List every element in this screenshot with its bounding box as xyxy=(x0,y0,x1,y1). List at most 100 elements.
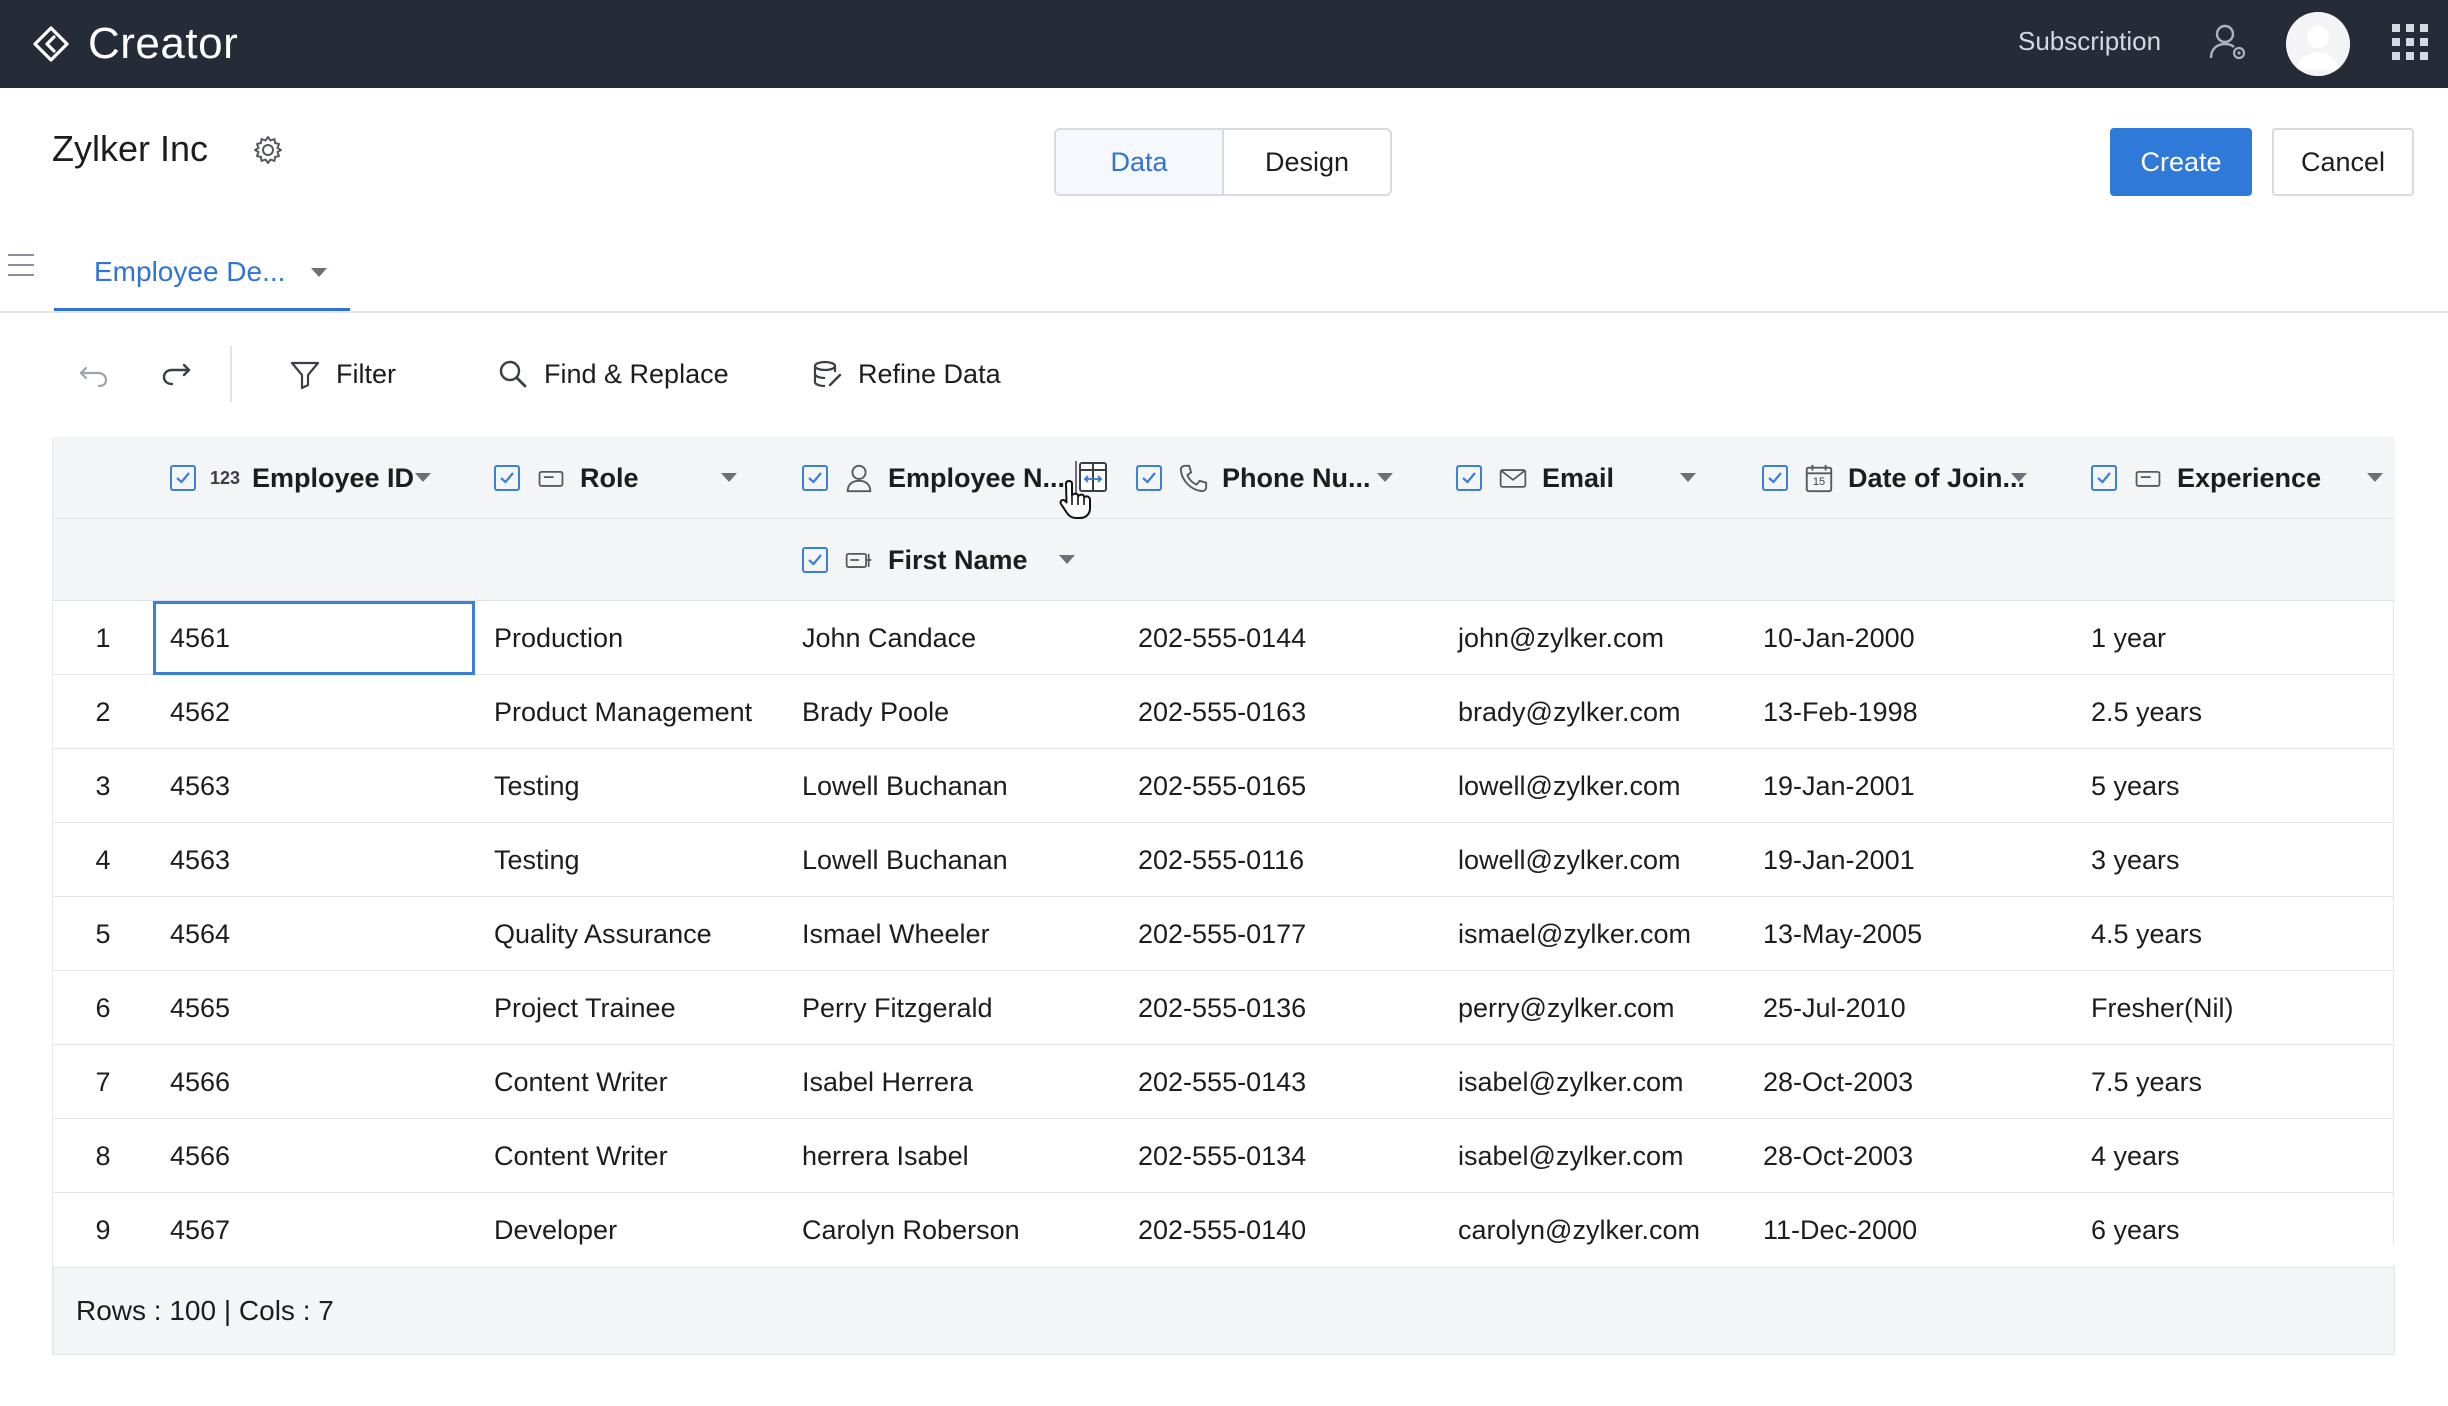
find-replace-button[interactable]: Find & Replace xyxy=(496,350,729,398)
cell-email[interactable]: brady@zylker.com xyxy=(1458,675,1680,749)
column-checkbox[interactable] xyxy=(1136,465,1162,491)
subcolumn-header-first-name[interactable]: First Name xyxy=(802,519,1028,601)
user-settings-icon[interactable] xyxy=(2206,20,2250,64)
cell-employee-id[interactable]: 4564 xyxy=(170,897,230,971)
creator-logo-icon xyxy=(33,26,69,62)
chevron-down-icon[interactable] xyxy=(311,267,328,277)
cell-employee-id[interactable]: 4565 xyxy=(170,971,230,1045)
column-checkbox[interactable] xyxy=(802,465,828,491)
cell-phone[interactable]: 202-555-0136 xyxy=(1138,971,1306,1045)
cell-role[interactable]: Quality Assurance xyxy=(494,897,712,971)
chevron-down-icon[interactable] xyxy=(1680,473,1696,482)
cancel-button[interactable]: Cancel xyxy=(2272,128,2414,196)
cell-role[interactable]: Project Trainee xyxy=(494,971,676,1045)
cell-employee-name[interactable]: John Candace xyxy=(802,601,976,675)
column-checkbox[interactable] xyxy=(802,547,828,573)
column-label: Experience xyxy=(2177,462,2322,493)
cell-date-of-joining[interactable]: 10-Jan-2000 xyxy=(1763,601,1915,675)
hand-cursor-icon xyxy=(1059,480,1091,519)
column-checkbox[interactable] xyxy=(2091,465,2117,491)
cell-role[interactable]: Testing xyxy=(494,749,580,823)
cell-experience[interactable]: Fresher(Nil) xyxy=(2091,971,2234,1045)
cell-email[interactable]: john@zylker.com xyxy=(1458,601,1664,675)
cell-date-of-joining[interactable]: 19-Jan-2001 xyxy=(1763,749,1915,823)
cell-phone[interactable]: 202-555-0134 xyxy=(1138,1119,1306,1193)
redo-icon[interactable] xyxy=(158,356,194,392)
cell-employee-name[interactable]: Lowell Buchanan xyxy=(802,749,1008,823)
avatar[interactable] xyxy=(2286,12,2350,76)
cell-role[interactable]: Testing xyxy=(494,823,580,897)
cell-email[interactable]: isabel@zylker.com xyxy=(1458,1045,1683,1119)
gear-icon[interactable] xyxy=(252,134,284,166)
calendar-icon: 15 xyxy=(1802,461,1836,495)
cell-employee-id[interactable]: 4566 xyxy=(170,1119,230,1193)
cell-date-of-joining[interactable]: 13-May-2005 xyxy=(1763,897,1922,971)
column-header-date-of-joining[interactable]: 15 Date of Join... xyxy=(1762,437,2025,519)
chevron-down-icon[interactable] xyxy=(1377,473,1393,482)
cell-employee-name[interactable]: Brady Poole xyxy=(802,675,949,749)
cell-role[interactable]: Content Writer xyxy=(494,1045,668,1119)
cell-date-of-joining[interactable]: 19-Jan-2001 xyxy=(1763,823,1915,897)
cell-phone[interactable]: 202-555-0163 xyxy=(1138,675,1306,749)
column-header-role[interactable]: Role xyxy=(494,437,639,519)
filter-button[interactable]: Filter xyxy=(288,350,396,398)
subscription-link[interactable]: Subscription xyxy=(2018,26,2161,57)
column-header-employee-name[interactable]: Employee N... xyxy=(802,437,1065,519)
cell-employee-name[interactable]: Ismael Wheeler xyxy=(802,897,990,971)
tab-design[interactable]: Design xyxy=(1224,130,1390,194)
cell-role[interactable]: Product Management xyxy=(494,675,752,749)
cell-date-of-joining[interactable]: 28-Oct-2003 xyxy=(1763,1119,1913,1193)
cell-phone[interactable]: 202-555-0177 xyxy=(1138,897,1306,971)
apps-grid-icon[interactable] xyxy=(2392,24,2428,60)
chevron-down-icon[interactable] xyxy=(2367,473,2383,482)
cell-employee-name[interactable]: herrera Isabel xyxy=(802,1119,969,1193)
cell-employee-id[interactable]: 4566 xyxy=(170,1045,230,1119)
cell-employee-name[interactable]: Perry Fitzgerald xyxy=(802,971,993,1045)
create-button[interactable]: Create xyxy=(2110,128,2252,196)
cell-employee-id[interactable]: 4563 xyxy=(170,823,230,897)
cell-email[interactable]: lowell@zylker.com xyxy=(1458,749,1680,823)
cell-experience[interactable]: 2.5 years xyxy=(2091,675,2202,749)
cell-experience[interactable]: 4.5 years xyxy=(2091,897,2202,971)
cell-phone[interactable]: 202-555-0116 xyxy=(1138,823,1304,897)
column-checkbox[interactable] xyxy=(170,465,196,491)
menu-icon[interactable] xyxy=(8,254,34,276)
cell-experience[interactable]: 3 years xyxy=(2091,823,2180,897)
cell-email[interactable]: perry@zylker.com xyxy=(1458,971,1674,1045)
cell-experience[interactable]: 5 years xyxy=(2091,749,2180,823)
cell-employee-name[interactable]: Isabel Herrera xyxy=(802,1045,973,1119)
brand[interactable]: Creator xyxy=(32,0,238,88)
refine-data-button[interactable]: Refine Data xyxy=(810,350,1001,398)
column-header-phone[interactable]: Phone Nu... xyxy=(1136,437,1371,519)
cell-date-of-joining[interactable]: 25-Jul-2010 xyxy=(1763,971,1906,1045)
cell-role[interactable]: Production xyxy=(494,601,623,675)
cell-date-of-joining[interactable]: 28-Oct-2003 xyxy=(1763,1045,1913,1119)
cell-email[interactable]: lowell@zylker.com xyxy=(1458,823,1680,897)
cell-experience[interactable]: 7.5 years xyxy=(2091,1045,2202,1119)
cell-phone[interactable]: 202-555-0165 xyxy=(1138,749,1306,823)
cell-employee-id[interactable]: 4563 xyxy=(170,749,230,823)
cell-email[interactable]: ismael@zylker.com xyxy=(1458,897,1691,971)
column-header-email[interactable]: Email xyxy=(1456,437,1614,519)
cell-experience[interactable]: 4 years xyxy=(2091,1119,2180,1193)
cell-role[interactable]: Content Writer xyxy=(494,1119,668,1193)
column-checkbox[interactable] xyxy=(494,465,520,491)
chevron-down-icon[interactable] xyxy=(721,473,737,482)
cell-email[interactable]: isabel@zylker.com xyxy=(1458,1119,1683,1193)
chevron-down-icon[interactable] xyxy=(2011,473,2027,482)
undo-icon[interactable] xyxy=(76,356,112,392)
column-checkbox[interactable] xyxy=(1762,465,1788,491)
tab-data[interactable]: Data xyxy=(1056,130,1224,194)
cell-date-of-joining[interactable]: 13-Feb-1998 xyxy=(1763,675,1918,749)
column-header-employee-id[interactable]: 123 Employee ID xyxy=(170,437,414,519)
cell-employee-name[interactable]: Lowell Buchanan xyxy=(802,823,1008,897)
chevron-down-icon[interactable] xyxy=(415,473,431,482)
cell-employee-id[interactable]: 4562 xyxy=(170,675,230,749)
cell-phone[interactable]: 202-555-0144 xyxy=(1138,601,1306,675)
column-checkbox[interactable] xyxy=(1456,465,1482,491)
sheet-tab-employee-details[interactable]: Employee De... xyxy=(54,236,350,312)
column-header-experience[interactable]: Experience xyxy=(2091,437,2321,519)
cell-experience[interactable]: 1 year xyxy=(2091,601,2166,675)
cell-phone[interactable]: 202-555-0143 xyxy=(1138,1045,1306,1119)
chevron-down-icon[interactable] xyxy=(1059,555,1075,564)
